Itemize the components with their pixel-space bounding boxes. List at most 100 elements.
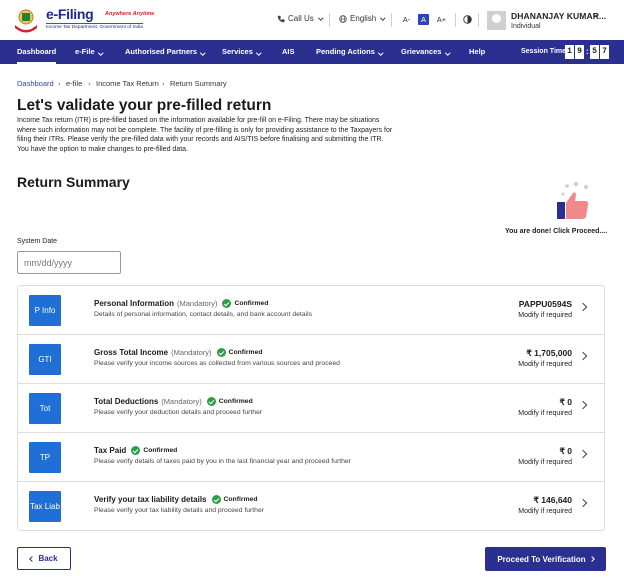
breadcrumb-income-tax-return[interactable]: Income Tax Return [96,79,159,88]
list-item[interactable]: Tax Liab Verify your tax liability detai… [18,482,604,531]
list-item[interactable]: P Info Personal Information (Mandatory) … [18,286,604,335]
proceed-button-label: Proceed To Verification [497,554,586,564]
chevron-right-icon[interactable] [578,449,588,459]
header-divider [455,13,456,27]
section-title: Tax Paid Confirmed [94,446,177,455]
font-increase-button[interactable]: A+ [436,14,447,25]
breadcrumb-separator: › [162,79,165,88]
breadcrumb-return-summary: Return Summary [170,79,227,88]
back-button-label: Back [38,554,58,563]
section-badge: Tax Liab [29,491,61,522]
avatar[interactable] [487,11,506,30]
back-button[interactable]: Back [17,547,71,570]
section-title-text: Verify your tax liability details [94,495,207,504]
check-circle-icon [131,446,141,455]
language-label: English [350,14,377,23]
header-divider [391,13,392,27]
nav-authorised-partners-label: Authorised Partners [125,47,198,56]
section-title-text: Personal Information [94,299,175,308]
page-description: Income Tax return (ITR) is pre-filled ba… [17,117,393,153]
breadcrumb-efile[interactable]: e-file [66,79,82,88]
contrast-icon[interactable] [463,15,472,24]
nav-help[interactable]: Help [469,40,485,64]
section-title: Gross Total Income (Mandatory) Confirmed [94,348,263,357]
nav-efile-label: e-File [75,47,95,56]
font-normal-button[interactable]: A [418,14,429,25]
chevron-right-icon[interactable] [578,400,588,410]
user-name[interactable]: DHANANJAY KUMAR... [511,11,606,21]
language-select[interactable]: English [339,14,386,23]
emblem-icon [15,9,37,33]
chevron-down-icon [256,49,262,55]
header-divider [329,13,330,27]
chevron-down-icon [200,49,206,55]
chevron-down-icon [318,15,324,20]
call-us-label: Call Us [288,14,314,23]
chevron-right-icon[interactable] [578,498,588,508]
nav-efile[interactable]: e-File [75,40,103,64]
modify-label: Modify if required [518,410,572,417]
chevron-down-icon [97,49,103,55]
list-item[interactable]: Tot Total Deductions (Mandatory) Confirm… [18,384,604,433]
section-title-text: Gross Total Income [94,348,169,357]
chevron-right-icon[interactable] [578,302,588,312]
proceed-to-verification-button[interactable]: Proceed To Verification [485,547,606,571]
section-value: PAPPU0594S [518,299,572,309]
nav-pending-actions-label: Pending Actions [316,47,375,56]
nav-pending-actions[interactable]: Pending Actions [316,40,384,64]
check-circle-icon [206,397,216,406]
breadcrumb-dashboard[interactable]: Dashboard [17,79,54,88]
session-digit: 5 [590,45,599,59]
section-title-text: Total Deductions [94,397,159,406]
nav-ais[interactable]: AIS [282,40,295,64]
brand-tagline: Anywhere Anytime [105,11,155,17]
section-description: Please verify your deduction details and… [94,409,263,416]
section-title: Personal Information (Mandatory) Confirm… [94,299,268,308]
session-time-label: Session Time [521,48,567,55]
top-header: e-Filing Anywhere Anytime Income Tax Dep… [0,0,624,40]
nav-authorised-partners[interactable]: Authorised Partners [125,40,206,64]
nav-grievances[interactable]: Grievances [401,40,450,64]
modify-label: Modify if required [518,361,572,368]
chevron-right-icon [588,556,595,562]
section-badge: P Info [29,295,61,326]
section-value: ₹ 146,640 [533,495,573,505]
nav-services[interactable]: Services [222,40,262,64]
thumbs-up-icon [557,182,589,219]
mandatory-label: (Mandatory) [177,299,218,308]
chevron-left-icon [29,555,36,562]
modify-label: Modify if required [518,312,572,319]
efiling-logo[interactable]: e-Filing Anywhere Anytime Income Tax Dep… [12,5,154,35]
session-colon: : [586,47,589,56]
modify-label: Modify if required [518,459,572,466]
section-title: Verify your tax liability details Confir… [94,495,258,504]
nav-grievances-label: Grievances [401,47,442,56]
list-item[interactable]: TP Tax Paid Confirmed Please verify deta… [18,433,604,482]
system-date-input[interactable] [17,251,121,274]
phone-icon [277,15,285,22]
section-description: Please verify details of taxes paid by y… [94,458,351,465]
return-summary-title: Return Summary [17,174,130,190]
nav-services-label: Services [222,47,253,56]
summary-list: P Info Personal Information (Mandatory) … [17,285,605,531]
section-badge: GTI [29,344,61,375]
status-badge: Confirmed [223,496,258,503]
chevron-down-icon [444,49,450,55]
chevron-down-icon [378,49,384,55]
mandatory-label: (Mandatory) [171,348,212,357]
chevron-down-icon [380,15,386,20]
brand-subtitle: Income Tax Department, Government of Ind… [46,23,143,30]
call-us-button[interactable]: Call Us [277,14,324,23]
session-digit: 1 [565,45,574,59]
done-message: You are done! Click Proceed.... [505,228,608,235]
page-title: Let's validate your pre-filled return [17,97,272,114]
session-digit: 9 [575,45,584,59]
check-circle-icon [211,495,221,504]
section-value: ₹ 1,705,000 [526,348,572,358]
list-item[interactable]: GTI Gross Total Income (Mandatory) Confi… [18,335,604,384]
font-decrease-button[interactable]: A- [401,14,412,25]
section-value: ₹ 0 [559,446,573,456]
nav-dashboard[interactable]: Dashboard [17,40,57,64]
chevron-right-icon[interactable] [578,351,588,361]
section-title-text: Tax Paid [94,446,127,455]
